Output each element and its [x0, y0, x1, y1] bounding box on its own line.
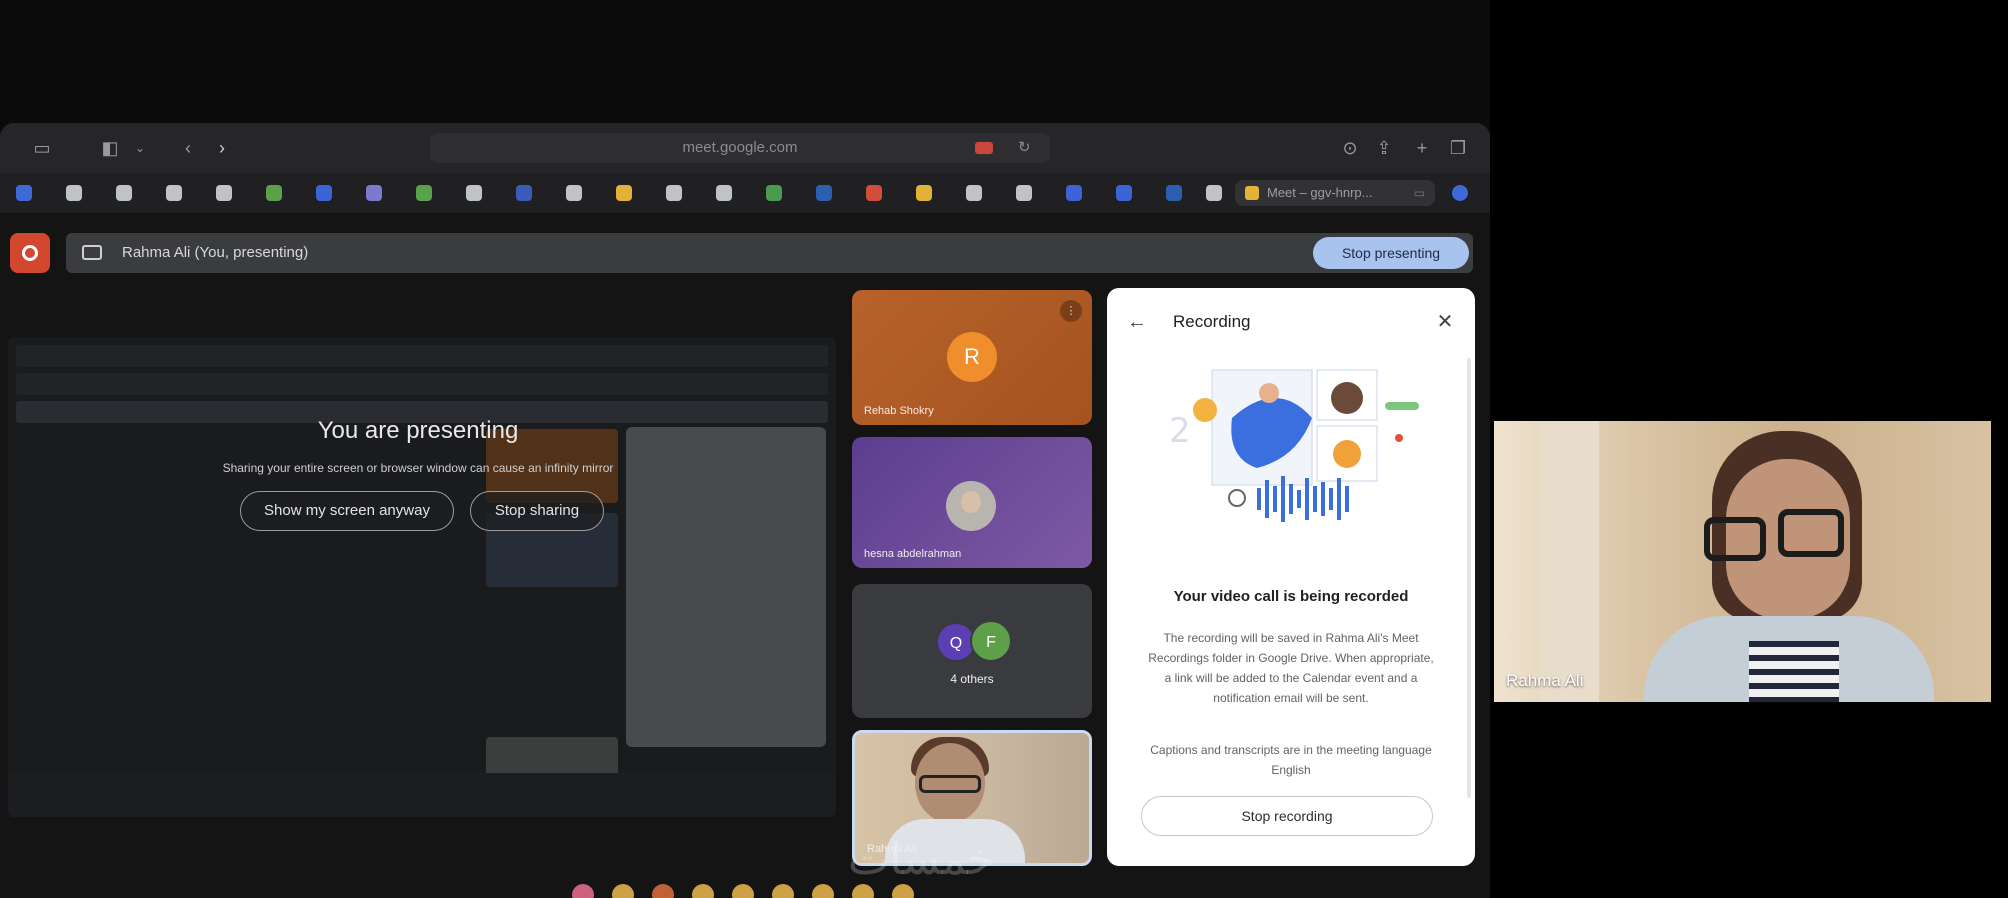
mirror-toolbar	[16, 345, 828, 367]
bookmark-icon[interactable]	[216, 185, 232, 201]
captions-note: Captions and transcripts are in the meet…	[1150, 743, 1432, 777]
bookmark-icon[interactable]	[1066, 185, 1082, 201]
mirror-control-bar	[8, 773, 836, 817]
thumbs-up-reaction-icon[interactable]	[612, 884, 634, 898]
tab-overview-icon[interactable]: ◧	[98, 136, 122, 160]
recording-illustration: 2	[1169, 369, 1419, 522]
recording-heading: Your video call is being recorded	[1173, 588, 1409, 605]
bookmark-icon[interactable]	[266, 185, 282, 201]
presenting-title: You are presenting	[317, 417, 519, 444]
presentation-area	[8, 337, 836, 817]
bookmark-icon[interactable]	[616, 185, 632, 201]
meet-tab-icon	[1245, 186, 1259, 200]
glasses	[1704, 517, 1766, 561]
presenting-bar: Rahma Ali (You, presenting) Stop present…	[66, 233, 1473, 273]
linkedin-icon[interactable]	[1166, 185, 1182, 201]
svg-text:2: 2	[1169, 411, 1191, 451]
bookmark-icon[interactable]	[316, 185, 332, 201]
participant-name: hesna abdelrahman	[864, 548, 962, 560]
back-arrow-icon[interactable]: ‹	[176, 136, 200, 160]
thinking-reaction-icon[interactable]	[852, 884, 874, 898]
back-arrow-icon[interactable]: ←	[1125, 310, 1149, 334]
thumbs-down-reaction-icon[interactable]	[892, 884, 914, 898]
tabs-icon[interactable]: ❐	[1446, 136, 1470, 160]
bookmark-icon[interactable]	[666, 185, 682, 201]
webcam-name-label: Rahma Ali	[1506, 671, 1584, 690]
clap-reaction-icon[interactable]	[692, 884, 714, 898]
close-tab-icon[interactable]: ▭	[1414, 180, 1425, 206]
bookmark-icon[interactable]	[566, 185, 582, 201]
bookmark-icon[interactable]	[116, 185, 132, 201]
others-count-label: 4 others	[950, 672, 994, 686]
glasses	[1778, 509, 1844, 557]
record-dot-icon	[22, 245, 38, 261]
webcam-video: Rahma Ali	[1494, 421, 1991, 702]
tab-title: Meet – ggv-hnrp...	[1267, 185, 1373, 200]
laugh-reaction-icon[interactable]	[732, 884, 754, 898]
heart-reaction-icon[interactable]	[572, 884, 594, 898]
recording-icon[interactable]	[10, 233, 50, 273]
download-icon[interactable]: ⊙	[1338, 136, 1362, 160]
participant-name: Rehab Shokry	[864, 405, 934, 417]
address-bar[interactable]: meet.google.com ↻	[430, 133, 1050, 163]
others-tile[interactable]: Q F 4 others	[852, 584, 1092, 718]
new-tab-icon[interactable]: +	[1410, 136, 1434, 160]
mic-muted-icon: ⋮	[1060, 300, 1082, 322]
reload-icon[interactable]: ↻	[1018, 133, 1031, 163]
party-reaction-icon[interactable]	[652, 884, 674, 898]
active-tab[interactable]: Meet – ggv-hnrp... ▭	[1235, 180, 1435, 206]
stop-presenting-button[interactable]: Stop presenting	[1313, 237, 1469, 269]
recording-panel: ← Recording ✕ 2 Your video call is being…	[1107, 288, 1475, 866]
bookmark-icon[interactable]	[66, 185, 82, 201]
recording-description: The recording will be saved in Rahma Ali…	[1148, 631, 1434, 705]
bookmarks-bar: Meet – ggv-hnrp... ▭	[0, 173, 1490, 213]
bookmark-icon[interactable]	[1206, 185, 1222, 201]
bookmark-icon[interactable]	[1116, 185, 1132, 201]
panel-scrollbar[interactable]	[1467, 358, 1471, 798]
bookmark-icon[interactable]	[366, 185, 382, 201]
bookmark-icon[interactable]	[416, 185, 432, 201]
recording-indicator-icon	[975, 142, 993, 154]
share-icon[interactable]: ⇪	[1372, 136, 1396, 160]
surprised-reaction-icon[interactable]	[772, 884, 794, 898]
screenshot-stage: ▭ ◧ ⌄ ‹ › ⛉ meet.google.com ↻ ⊙ ⇪ + ❐	[0, 0, 2008, 898]
sad-reaction-icon[interactable]	[812, 884, 834, 898]
bookmark-icon[interactable]	[16, 185, 32, 201]
sidebar-toggle-icon[interactable]: ▭	[30, 136, 54, 160]
chevron-down-icon[interactable]: ⌄	[128, 136, 152, 160]
url-text: meet.google.com	[682, 139, 798, 156]
watermark-logo: خمسات	[848, 834, 995, 885]
bookmark-icon[interactable]	[1016, 185, 1032, 201]
mirror-bookmarks	[16, 373, 828, 395]
participant-tile[interactable]: hesna abdelrahman	[852, 437, 1092, 568]
bookmark-icon[interactable]	[916, 185, 932, 201]
profile-icon[interactable]	[1452, 185, 1468, 201]
bookmark-icon[interactable]	[766, 185, 782, 201]
stop-sharing-button[interactable]: Stop sharing	[470, 491, 604, 531]
participant-tile[interactable]: R ⋮ Rehab Shokry	[852, 290, 1092, 425]
presenting-label: Rahma Ali (You, presenting)	[122, 244, 309, 261]
bookmark-icon[interactable]	[716, 185, 732, 201]
stop-recording-button[interactable]: Stop recording	[1141, 796, 1433, 836]
linkedin-icon[interactable]	[816, 185, 832, 201]
facebook-icon[interactable]	[516, 185, 532, 201]
bookmark-icon[interactable]	[966, 185, 982, 201]
bookmark-icon[interactable]	[466, 185, 482, 201]
avatar: R	[947, 332, 997, 382]
browser-toolbar: ▭ ◧ ⌄ ‹ › ⛉ meet.google.com ↻ ⊙ ⇪ + ❐	[0, 123, 1490, 173]
present-screen-icon	[82, 245, 102, 260]
show-screen-anyway-button[interactable]: Show my screen anyway	[240, 491, 454, 531]
close-icon[interactable]: ✕	[1433, 310, 1457, 334]
avatar: F	[970, 620, 1012, 662]
panel-title: Recording	[1173, 312, 1251, 331]
bookmark-icon[interactable]	[166, 185, 182, 201]
mirror-recording-panel	[626, 427, 826, 747]
presenting-subtitle: Sharing your entire screen or browser wi…	[222, 461, 614, 475]
avatar	[946, 481, 996, 531]
forward-arrow-icon[interactable]: ›	[210, 136, 234, 160]
bookmark-icon[interactable]	[866, 185, 882, 201]
